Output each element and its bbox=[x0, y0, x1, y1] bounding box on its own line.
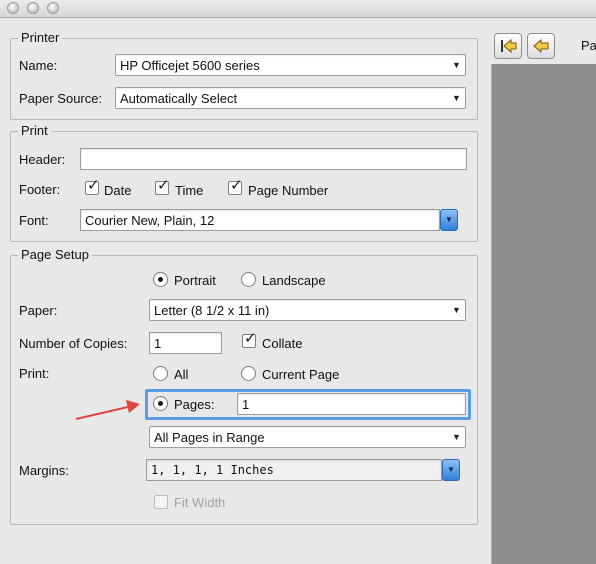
prev-page-button[interactable] bbox=[527, 33, 555, 59]
copies-value: 1 bbox=[154, 336, 162, 351]
checkmark-icon: ✓ bbox=[244, 330, 257, 347]
paper-source-select[interactable]: Automatically Select ▼ bbox=[115, 87, 466, 109]
range-filter-select[interactable]: All Pages in Range ▼ bbox=[149, 426, 466, 448]
printer-name-value: HP Officejet 5600 series bbox=[120, 58, 260, 73]
paper-source-value: Automatically Select bbox=[120, 91, 238, 106]
fit-width-label: Fit Width bbox=[174, 495, 226, 510]
print-pages-radio[interactable] bbox=[153, 396, 168, 411]
pages-input-value: 1 bbox=[242, 397, 250, 412]
printer-name-select[interactable]: HP Officejet 5600 series ▼ bbox=[115, 54, 466, 76]
preview-page-label: Pa bbox=[581, 38, 596, 53]
printer-name-label: Name: bbox=[19, 58, 58, 73]
margins-value: 1, 1, 1, 1 Inches bbox=[151, 463, 274, 477]
print-all-label: All bbox=[174, 367, 189, 382]
print-current-page-label: Current Page bbox=[262, 367, 340, 382]
chevron-down-icon: ▼ bbox=[452, 305, 461, 315]
radio-selected-icon bbox=[158, 277, 163, 282]
margins-picker-button[interactable]: ▼ bbox=[442, 459, 460, 481]
font-picker-button[interactable]: ▼ bbox=[440, 209, 458, 231]
chevron-down-icon: ▼ bbox=[452, 93, 461, 103]
print-all-radio[interactable] bbox=[153, 366, 168, 381]
pages-input[interactable]: 1 bbox=[237, 393, 466, 415]
header-label: Header: bbox=[19, 152, 66, 167]
print-group-title: Print bbox=[18, 123, 51, 138]
copies-input[interactable]: 1 bbox=[149, 332, 222, 354]
margins-label: Margins: bbox=[19, 463, 69, 478]
printer-group-title: Printer bbox=[18, 30, 63, 45]
paper-value: Letter (8 1/2 x 11 in) bbox=[154, 303, 270, 318]
copies-label: Number of Copies: bbox=[19, 336, 128, 351]
header-input[interactable] bbox=[80, 148, 467, 170]
print-current-page-radio[interactable] bbox=[241, 366, 256, 381]
fit-width-checkbox[interactable] bbox=[154, 495, 168, 509]
annotation-arrow bbox=[75, 400, 140, 420]
print-pages-label: Pages: bbox=[174, 397, 215, 412]
first-page-button[interactable] bbox=[494, 33, 522, 59]
zoom-window-button[interactable] bbox=[47, 2, 59, 14]
paper-source-label: Paper Source: bbox=[19, 91, 103, 106]
page-setup-group-title: Page Setup bbox=[18, 247, 92, 262]
paper-label: Paper: bbox=[19, 303, 58, 318]
collate-label: Collate bbox=[262, 336, 303, 351]
preview-page-area bbox=[491, 64, 596, 564]
window-titlebar bbox=[0, 0, 596, 18]
minimize-window-button[interactable] bbox=[27, 2, 39, 14]
font-value: Courier New, Plain, 12 bbox=[85, 213, 215, 228]
landscape-radio[interactable] bbox=[241, 272, 256, 287]
chevron-down-icon: ▼ bbox=[452, 60, 461, 70]
footer-date-label: Date bbox=[104, 183, 132, 198]
font-label: Font: bbox=[19, 213, 49, 228]
radio-selected-icon bbox=[158, 401, 163, 406]
footer-page-number-label: Page Number bbox=[248, 183, 329, 198]
footer-time-label: Time bbox=[175, 183, 204, 198]
chevron-down-icon: ▼ bbox=[447, 465, 455, 474]
checkmark-icon: ✓ bbox=[230, 177, 243, 194]
first-page-icon bbox=[501, 38, 517, 54]
footer-label: Footer: bbox=[19, 182, 61, 197]
collate-checkbox[interactable]: ✓ bbox=[242, 330, 257, 348]
prev-page-icon bbox=[533, 38, 549, 54]
landscape-label: Landscape bbox=[262, 273, 326, 288]
footer-time-checkbox[interactable]: ✓ bbox=[155, 177, 170, 195]
print-range-label: Print: bbox=[19, 366, 50, 381]
paper-select[interactable]: Letter (8 1/2 x 11 in) ▼ bbox=[149, 299, 466, 321]
chevron-down-icon: ▼ bbox=[445, 215, 453, 224]
portrait-label: Portrait bbox=[174, 273, 216, 288]
font-field[interactable]: Courier New, Plain, 12 bbox=[80, 209, 440, 231]
footer-page-number-checkbox[interactable]: ✓ bbox=[228, 177, 243, 195]
chevron-down-icon: ▼ bbox=[452, 432, 461, 442]
portrait-radio[interactable] bbox=[153, 272, 168, 287]
range-filter-value: All Pages in Range bbox=[154, 430, 265, 445]
close-window-button[interactable] bbox=[7, 2, 19, 14]
checkmark-icon: ✓ bbox=[157, 177, 170, 194]
footer-date-checkbox[interactable]: ✓ bbox=[85, 177, 100, 195]
margins-field[interactable]: 1, 1, 1, 1 Inches bbox=[146, 459, 442, 481]
checkmark-icon: ✓ bbox=[87, 177, 100, 194]
